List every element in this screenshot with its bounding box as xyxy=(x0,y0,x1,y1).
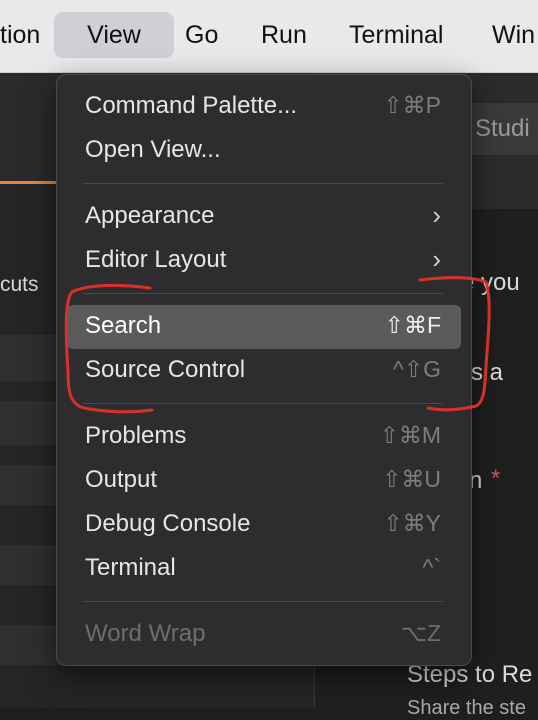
menu-item-label: Source Control xyxy=(85,356,246,383)
menu-item-label: Open View... xyxy=(85,136,221,163)
menu-item-shortcut: ^` xyxy=(422,554,441,580)
menu-item-label: Word Wrap xyxy=(85,620,206,647)
menu-item-search[interactable]: Search ⇧⌘F xyxy=(67,305,461,349)
chevron-right-icon: › xyxy=(432,200,441,230)
menubar-item-selection[interactable]: tion xyxy=(0,12,40,58)
menu-separator xyxy=(83,293,443,294)
menu-item-shortcut: ⌥Z xyxy=(400,620,441,646)
menu-item-shortcut: ⇧⌘Y xyxy=(383,510,441,536)
menu-item-shortcut: ⇧⌘F xyxy=(384,312,441,338)
menu-separator xyxy=(83,183,443,184)
body-text-fragment: s a xyxy=(471,359,504,386)
menu-item-shortcut: ^⇧G xyxy=(393,356,441,382)
menu-item-appearance[interactable]: Appearance › xyxy=(67,195,461,239)
menu-item-command-palette[interactable]: Command Palette... ⇧⌘P xyxy=(67,85,461,129)
menu-item-label: Output xyxy=(85,466,158,493)
menu-item-debug-console[interactable]: Debug Console ⇧⌘Y xyxy=(67,503,461,547)
menubar-item-run[interactable]: Run xyxy=(261,12,307,58)
menubar-item-go[interactable]: Go xyxy=(185,12,218,58)
chevron-right-icon: › xyxy=(432,244,441,274)
menu-item-source-control[interactable]: Source Control ^⇧G xyxy=(67,349,461,393)
menu-item-problems[interactable]: Problems ⇧⌘M xyxy=(67,415,461,459)
menubar-item-terminal[interactable]: Terminal xyxy=(349,12,443,58)
menu-item-editor-layout[interactable]: Editor Layout › xyxy=(67,239,461,283)
keyboard-shortcuts-label: cuts xyxy=(0,273,39,296)
menubar-item-window[interactable]: Win xyxy=(492,12,535,58)
section-description: Share the ste xyxy=(407,697,526,719)
menubar-item-view[interactable]: View xyxy=(54,12,174,58)
menu-bar: tion View Go Run Terminal Win xyxy=(0,0,538,73)
view-menu-dropdown: Command Palette... ⇧⌘P Open View... Appe… xyxy=(56,74,472,666)
menu-separator xyxy=(83,403,443,404)
editor-tab[interactable]: Studi xyxy=(465,103,538,155)
menu-item-shortcut: ⇧⌘U xyxy=(382,466,441,492)
menu-item-word-wrap[interactable]: Word Wrap ⌥Z xyxy=(67,613,461,657)
menu-item-label: Problems xyxy=(85,422,187,449)
required-marker: * xyxy=(491,465,501,492)
menu-separator xyxy=(83,601,443,602)
menu-item-output[interactable]: Output ⇧⌘U xyxy=(67,459,461,503)
menu-item-label: Editor Layout xyxy=(85,246,227,273)
menu-item-label: Debug Console xyxy=(85,510,251,537)
menu-item-label: Search xyxy=(85,312,162,339)
menu-item-shortcut: ⇧⌘P xyxy=(383,92,441,118)
menu-item-open-view[interactable]: Open View... xyxy=(67,129,461,173)
menu-item-label: Appearance xyxy=(85,202,215,229)
menu-item-label: Terminal xyxy=(85,554,176,581)
active-tab-indicator xyxy=(0,181,60,184)
menu-item-terminal[interactable]: Terminal ^` xyxy=(67,547,461,591)
menu-item-label: Command Palette... xyxy=(85,92,298,119)
editor-tab-label: Studi xyxy=(475,115,530,142)
menu-item-shortcut: ⇧⌘M xyxy=(379,422,441,448)
